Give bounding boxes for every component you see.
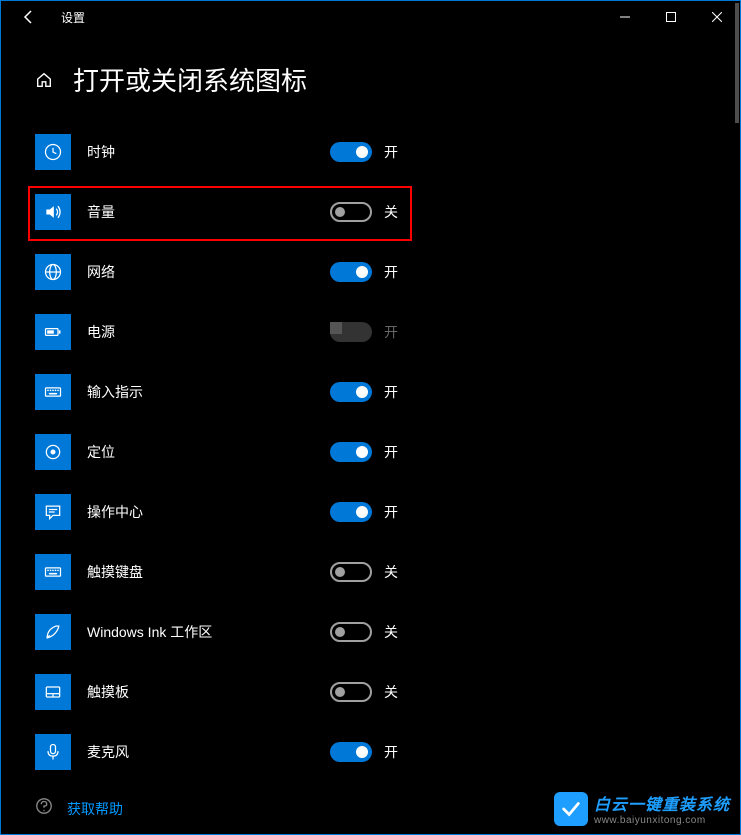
setting-item-power: 电源 开 (35, 302, 740, 362)
page-title: 打开或关闭系统图标 (73, 61, 307, 98)
setting-label-clock: 时钟 (87, 142, 115, 162)
back-button[interactable] (13, 9, 45, 25)
setting-label-input: 输入指示 (87, 382, 143, 402)
toggle-state-label-microphone: 开 (384, 742, 398, 762)
toggle-volume[interactable] (330, 202, 372, 222)
page-header: 打开或关闭系统图标 (1, 33, 740, 122)
toggle-touch-keyboard[interactable] (330, 562, 372, 582)
toggle-action-center[interactable] (330, 502, 372, 522)
setting-label-power: 电源 (87, 322, 115, 342)
window-title: 设置 (61, 9, 85, 26)
minimize-button[interactable] (602, 1, 648, 33)
setting-item-clock: 时钟 开 (35, 122, 740, 182)
footer: 获取帮助 (35, 797, 123, 820)
setting-label-volume: 音量 (87, 202, 115, 222)
clock-icon (35, 134, 71, 170)
toggle-state-label-input: 开 (384, 382, 398, 402)
toggle-network[interactable] (330, 262, 372, 282)
touch-keyboard-icon (35, 554, 71, 590)
help-icon[interactable] (35, 797, 53, 820)
watermark-url: www.baiyunxitong.com (594, 815, 730, 826)
network-icon (35, 254, 71, 290)
toggle-state-label-touch-keyboard: 关 (384, 562, 398, 582)
watermark-logo-icon (554, 792, 588, 826)
toggle-state-label-clock: 开 (384, 142, 398, 162)
toggle-microphone[interactable] (330, 742, 372, 762)
location-icon (35, 434, 71, 470)
home-button[interactable] (35, 71, 53, 89)
action-center-icon (35, 494, 71, 530)
scrollbar[interactable] (735, 3, 739, 123)
toggle-state-label-windows-ink: 关 (384, 622, 398, 642)
toggle-clock[interactable] (330, 142, 372, 162)
settings-list: 时钟开音量关网络开电源开输入指示开定位开操作中心开触摸键盘关Windows In… (1, 122, 740, 782)
toggle-power (330, 322, 372, 342)
setting-label-touchpad: 触摸板 (87, 682, 129, 702)
setting-label-microphone: 麦克风 (87, 742, 129, 762)
setting-item-location: 定位 开 (35, 422, 740, 482)
touchpad-icon (35, 674, 71, 710)
power-icon (35, 314, 71, 350)
help-link[interactable]: 获取帮助 (67, 799, 123, 819)
microphone-icon (35, 734, 71, 770)
setting-item-microphone: 麦克风 开 (35, 722, 740, 782)
setting-label-network: 网络 (87, 262, 115, 282)
toggle-state-label-action-center: 开 (384, 502, 398, 522)
toggle-state-label-location: 开 (384, 442, 398, 462)
setting-label-action-center: 操作中心 (87, 502, 143, 522)
setting-item-windows-ink: Windows Ink 工作区 关 (35, 602, 740, 662)
toggle-state-label-volume: 关 (384, 202, 398, 222)
toggle-state-label-touchpad: 关 (384, 682, 398, 702)
toggle-location[interactable] (330, 442, 372, 462)
setting-label-touch-keyboard: 触摸键盘 (87, 562, 143, 582)
keyboard-icon (35, 374, 71, 410)
toggle-state-label-power: 开 (384, 322, 398, 342)
setting-item-network: 网络 开 (35, 242, 740, 302)
volume-icon (35, 194, 71, 230)
setting-item-touch-keyboard: 触摸键盘 关 (35, 542, 740, 602)
toggle-touchpad[interactable] (330, 682, 372, 702)
toggle-state-label-network: 开 (384, 262, 398, 282)
watermark: 白云一键重装系统 www.baiyunxitong.com (554, 791, 730, 826)
setting-item-touchpad: 触摸板 关 (35, 662, 740, 722)
watermark-title: 白云一键重装系统 (594, 791, 730, 815)
setting-item-volume: 音量 关 (35, 182, 740, 242)
close-button[interactable] (694, 1, 740, 33)
setting-label-windows-ink: Windows Ink 工作区 (87, 622, 212, 642)
setting-label-location: 定位 (87, 442, 115, 462)
maximize-button[interactable] (648, 1, 694, 33)
titlebar: 设置 (1, 1, 740, 33)
setting-item-action-center: 操作中心 开 (35, 482, 740, 542)
pen-icon (35, 614, 71, 650)
setting-item-input: 输入指示 开 (35, 362, 740, 422)
toggle-windows-ink[interactable] (330, 622, 372, 642)
toggle-input[interactable] (330, 382, 372, 402)
